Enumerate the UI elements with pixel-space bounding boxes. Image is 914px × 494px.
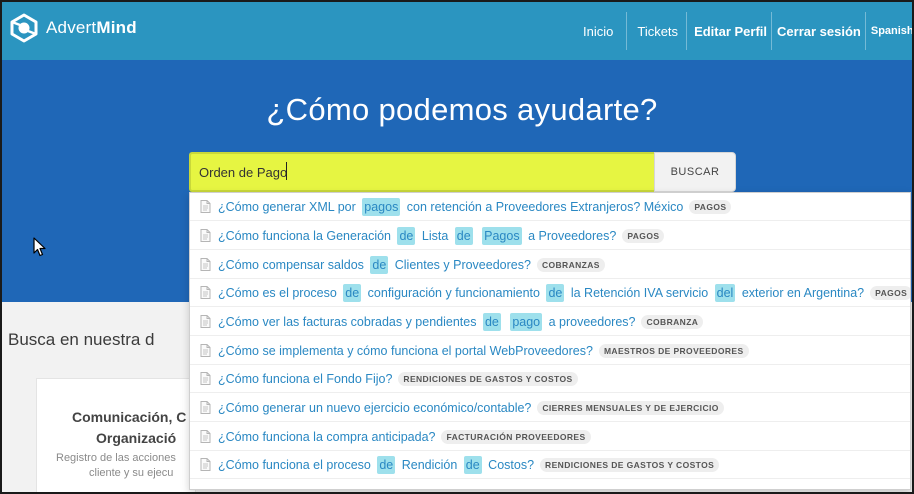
nav-cerrar-sesion[interactable]: Cerrar sesión — [771, 12, 865, 50]
brand-logo[interactable]: AdvertMind — [8, 12, 137, 44]
category-tag: PAGOS — [870, 285, 910, 300]
search-match-highlight: Pagos — [482, 226, 522, 245]
suggestion-text: Clientes y Proveedores? — [391, 257, 531, 272]
suggestion-item[interactable]: ¿Cómo funciona la compra anticipada? FACT… — [190, 423, 910, 451]
document-icon — [200, 229, 211, 242]
suggestion-item[interactable]: ¿Cómo funciona el proceso de Rendición d… — [190, 451, 910, 479]
search-input[interactable] — [189, 152, 654, 192]
card-title-line2: Organizació — [96, 430, 177, 446]
suggestion-link[interactable]: ¿Cómo generar un nuevo ejercicio económi… — [218, 401, 531, 415]
suggestion-link[interactable]: ¿Cómo es el proceso de configuración y f… — [218, 283, 865, 302]
suggestion-text: ¿Cómo funciona la Generación — [218, 228, 395, 243]
suggestion-text — [476, 229, 479, 243]
category-tag: PAGOS — [622, 228, 665, 243]
document-icon — [200, 286, 211, 299]
text-caret — [286, 162, 287, 180]
search-match-highlight: de — [370, 255, 389, 274]
search-match-highlight: de — [463, 455, 482, 474]
suggestion-text: ¿Cómo funciona la compra anticipada? — [218, 429, 436, 444]
search-match-highlight: de — [377, 455, 396, 474]
suggestion-text: ¿Cómo se implementa y cómo funciona el p… — [218, 343, 593, 358]
suggestion-text: a Proveedores? — [524, 228, 617, 243]
suggestion-link[interactable]: ¿Cómo se implementa y cómo funciona el p… — [218, 344, 593, 358]
language-selector[interactable]: Spanish — [864, 12, 914, 50]
nav-editar-perfil[interactable]: Editar Perfil — [686, 12, 771, 50]
category-tag: COBRANZAS — [536, 257, 605, 272]
suggestion-link[interactable]: ¿Cómo generar XML por pagos con retenció… — [218, 197, 684, 216]
document-icon — [200, 200, 211, 213]
suggestion-text: ¿Cómo es el proceso — [218, 285, 341, 300]
card-description-line2: cliente y su ejecu — [89, 467, 174, 479]
document-icon — [200, 430, 211, 443]
suggestion-text: ¿Cómo funciona el proceso — [218, 457, 375, 472]
document-icon — [200, 372, 211, 385]
category-tag: RENDICIONES DE GASTOS Y COSTOS — [398, 371, 578, 386]
card-description: Registro de las acciones — [56, 452, 176, 464]
suggestion-link[interactable]: ¿Cómo funciona la Generación de Lista de… — [218, 226, 617, 245]
page-title: ¿Cómo podemos ayudarte? — [266, 92, 658, 127]
search-match-highlight: de — [343, 283, 362, 302]
suggestion-text: la Retención IVA servicio — [567, 285, 712, 300]
search-match-highlight: de — [546, 283, 565, 302]
category-tag: FACTURACIÓN PROVEEDORES — [441, 429, 591, 444]
suggestion-text: Lista — [418, 228, 452, 243]
search-match-highlight: de — [397, 226, 416, 245]
suggestion-link[interactable]: ¿Cómo compensar saldos de Clientes y Pro… — [218, 255, 531, 274]
document-icon — [200, 315, 211, 328]
document-icon — [200, 458, 211, 471]
document-icon — [200, 344, 211, 357]
suggestion-item[interactable]: ¿Cómo generar XML por pagos con retenció… — [190, 193, 910, 221]
advertmind-logo-icon — [10, 13, 38, 43]
suggestion-link[interactable]: ¿Cómo funciona la compra anticipada? — [218, 430, 435, 444]
suggestion-text — [504, 315, 507, 329]
brand-name: AdvertMind — [46, 18, 137, 37]
search-match-highlight: de — [482, 312, 501, 331]
search-match-highlight: pagos — [362, 197, 401, 216]
nav-tickets[interactable]: Tickets — [626, 12, 686, 50]
category-tag: MAESTROS DE PROVEEDORES — [598, 343, 749, 358]
main-nav: Inicio Tickets Editar Perfil Cerrar sesi… — [573, 12, 914, 50]
suggestion-text: Rendición — [398, 457, 461, 472]
suggestion-link[interactable]: ¿Cómo ver las facturas cobradas y pendie… — [218, 312, 636, 331]
search-suggestions-dropdown: ¿Cómo generar XML por pagos con retenció… — [189, 192, 911, 490]
suggestion-item[interactable]: ¿Cómo funciona la Generación de Lista de… — [190, 222, 910, 250]
suggestion-item[interactable]: ¿Cómo se implementa y cómo funciona el p… — [190, 337, 910, 365]
suggestion-item[interactable]: ¿Cómo compensar saldos de Clientes y Pro… — [190, 251, 910, 279]
category-tag: COBRANZA — [641, 314, 704, 329]
top-navigation-bar: AdvertMind Inicio Tickets Editar Perfil … — [0, 0, 914, 60]
suggestion-link[interactable]: ¿Cómo funciona el Fondo Fijo? — [218, 372, 392, 386]
nav-inicio[interactable]: Inicio — [573, 12, 626, 50]
section-title: Busca en nuestra d — [8, 330, 155, 349]
category-tag: PAGOS — [689, 199, 732, 214]
suggestion-text: a proveedores? — [545, 314, 636, 329]
search-button[interactable]: BUSCAR — [654, 152, 736, 192]
document-icon — [200, 401, 211, 414]
suggestion-text: Costos? — [484, 457, 535, 472]
document-icon — [200, 258, 211, 271]
suggestion-text: ¿Cómo generar XML por — [218, 199, 360, 214]
suggestion-item[interactable]: ¿Cómo es el proceso de configuración y f… — [190, 279, 910, 307]
category-tag: RENDICIONES DE GASTOS Y COSTOS — [540, 457, 720, 472]
suggestion-item[interactable]: ¿Cómo generar un nuevo ejercicio económi… — [190, 394, 910, 422]
suggestion-text: ¿Cómo funciona el Fondo Fijo? — [218, 371, 393, 386]
suggestion-link[interactable]: ¿Cómo funciona el proceso de Rendición d… — [218, 455, 535, 474]
suggestion-text: exterior en Argentina? — [738, 285, 865, 300]
suggestion-text: configuración y funcionamiento — [364, 285, 544, 300]
suggestion-text: con retención a Proveedores Extranjeros?… — [403, 199, 684, 214]
card-title: Comunicación, C — [72, 409, 187, 425]
search-match-highlight: del — [714, 283, 736, 302]
suggestion-text: ¿Cómo generar un nuevo ejercicio económi… — [218, 400, 532, 415]
suggestion-item[interactable]: ¿Cómo funciona el Fondo Fijo? RENDICIONES… — [190, 365, 910, 393]
mouse-pointer-icon — [33, 237, 46, 257]
suggestion-text: ¿Cómo ver las facturas cobradas y pendie… — [218, 314, 480, 329]
suggestion-item[interactable]: ¿Cómo ver las facturas cobradas y pendie… — [190, 308, 910, 336]
suggestion-text: ¿Cómo compensar saldos — [218, 257, 368, 272]
search-match-highlight: pago — [510, 312, 543, 331]
search-match-highlight: de — [454, 226, 473, 245]
category-tag: CIERRES MENSUALES Y DE EJERCICIO — [537, 400, 724, 415]
